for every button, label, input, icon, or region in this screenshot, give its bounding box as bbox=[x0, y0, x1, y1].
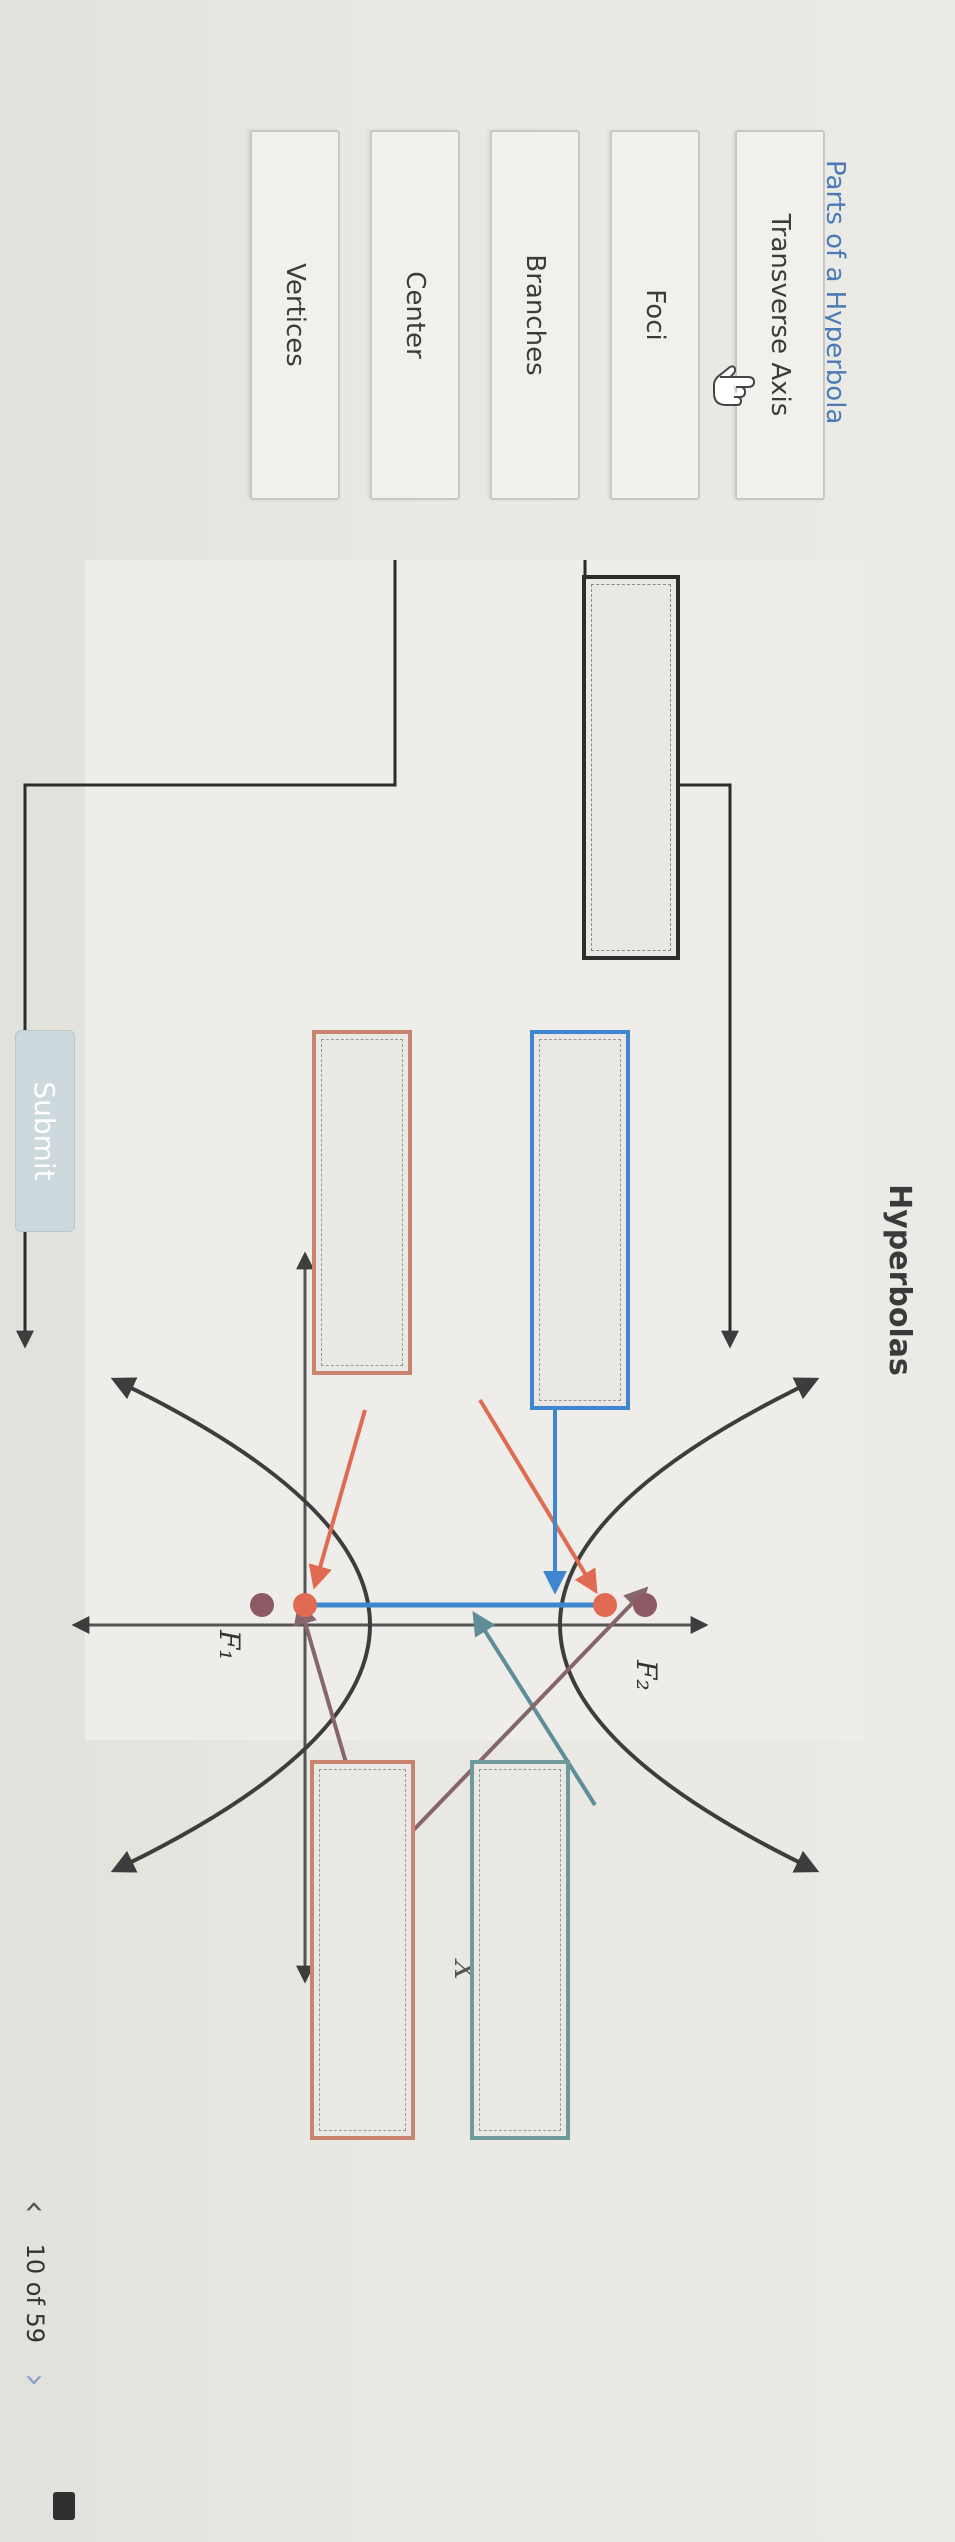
drop-zone-right-red[interactable] bbox=[310, 1760, 415, 2140]
drop-zone-teal[interactable] bbox=[470, 1760, 570, 2140]
focus-point-2 bbox=[593, 1593, 617, 1617]
submit-button[interactable]: Submit bbox=[15, 1030, 75, 1232]
focus-1-label: F₁ bbox=[213, 1629, 246, 1661]
drop-zone-blue[interactable] bbox=[530, 1030, 630, 1410]
chevron-left-icon[interactable]: ‹ bbox=[15, 2200, 55, 2214]
pagination: ‹ 10 of 59 › bbox=[15, 2200, 55, 2387]
focus-arrow-lower bbox=[478, 1398, 598, 1595]
drop-zone-black[interactable] bbox=[582, 575, 680, 960]
chevron-right-icon[interactable]: › bbox=[15, 2373, 55, 2387]
drop-zone-red[interactable] bbox=[312, 1030, 412, 1375]
focus-arrow-upper bbox=[308, 1409, 367, 1590]
notes-icon[interactable] bbox=[53, 2492, 75, 2520]
page-counter: 10 of 59 bbox=[21, 2243, 49, 2344]
vertex-point-1 bbox=[250, 1593, 274, 1617]
focus-point-1 bbox=[293, 1593, 317, 1617]
focus-2-label: F₂ bbox=[630, 1659, 663, 1691]
vertex-point-2 bbox=[633, 1593, 657, 1617]
hyperbola-diagram: F₁ F₂ X bbox=[16, 560, 820, 1984]
question-panel: Hyperbolas Parts of a Hyperbola Transver… bbox=[0, 0, 955, 2542]
